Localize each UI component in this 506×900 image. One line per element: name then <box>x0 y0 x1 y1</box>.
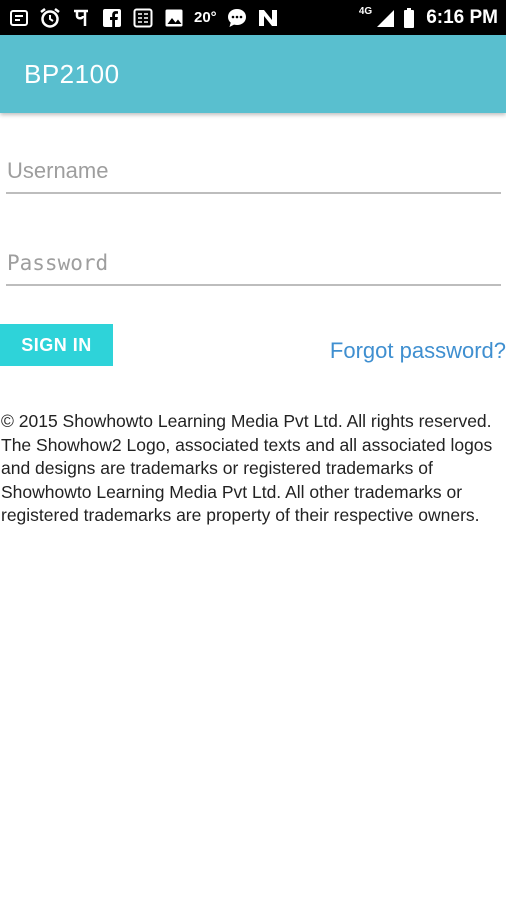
screen-record-icon <box>8 7 30 29</box>
calculator-icon <box>132 7 154 29</box>
temperature-text: 20° <box>194 9 217 26</box>
alarm-icon <box>39 7 61 29</box>
app-title: BP2100 <box>24 59 120 89</box>
copyright-text: © 2015 Showhowto Learning Media Pvt Ltd.… <box>1 411 493 525</box>
chat-icon <box>226 7 248 29</box>
app-bar: BP2100 <box>0 35 506 113</box>
battery-icon <box>402 7 416 29</box>
password-field[interactable] <box>6 242 501 286</box>
signal-icon <box>374 7 396 29</box>
sign-in-button[interactable]: SIGN IN <box>0 324 113 366</box>
app-notification-icon <box>257 7 279 29</box>
network-type-text: 4G <box>358 6 373 17</box>
username-field[interactable] <box>6 150 501 194</box>
pe-app-icon <box>70 7 92 29</box>
notification-icons: 20° <box>8 7 279 29</box>
clock-text: 6:16 PM <box>426 6 498 28</box>
forgot-password-link[interactable]: Forgot password? <box>330 338 506 364</box>
status-bar: 20° 4G 6:16 PM <box>0 0 506 35</box>
image-icon <box>163 7 185 29</box>
system-icons: 4G 6:16 PM <box>358 6 498 29</box>
facebook-icon <box>101 7 123 29</box>
